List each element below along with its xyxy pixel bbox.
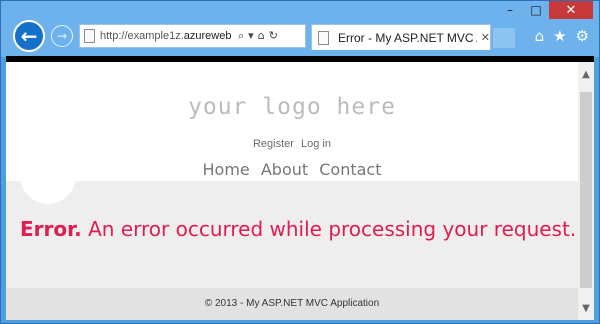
window-controls: – □ ✕	[497, 1, 593, 21]
address-icons: ⌕ ▾ ⌂ ↻	[238, 29, 278, 43]
login-links: Register Log in	[6, 138, 578, 150]
menu-home[interactable]: Home	[203, 160, 250, 179]
tab-title: Error - My ASP.NET MVC A...	[338, 30, 477, 45]
url-prefix: http://example1z.	[100, 30, 184, 42]
page-viewport: your logo here Register Log in Home Abou…	[6, 56, 594, 320]
register-link[interactable]: Register	[253, 138, 294, 150]
home-icon[interactable]: ⌂	[535, 27, 545, 45]
browser-window: – □ ✕ ← → http://example1z.azureweb... ⌕…	[0, 0, 600, 324]
refresh-icon[interactable]: ↻	[269, 29, 278, 43]
site-menu: Home About Contact	[6, 160, 578, 179]
page-icon	[84, 29, 95, 43]
scroll-up-icon[interactable]: ▲	[578, 66, 594, 82]
error-message: Error. An error occurred while processin…	[20, 217, 576, 241]
site-logo[interactable]: your logo here	[6, 94, 578, 120]
settings-icon[interactable]: ⚙	[576, 27, 589, 45]
toolbar-icons: ⌂ ★ ⚙	[535, 27, 589, 45]
forward-arrow-icon: →	[56, 29, 68, 43]
menu-contact[interactable]: Contact	[319, 160, 381, 179]
tab-page-icon	[318, 30, 329, 45]
tab-close-icon[interactable]: ✕	[481, 31, 490, 44]
close-button[interactable]: ✕	[549, 1, 593, 19]
compatibility-icon[interactable]: ⌂	[258, 29, 265, 43]
vertical-scrollbar[interactable]: ▲ ▼	[578, 62, 594, 320]
new-tab-button[interactable]	[493, 28, 515, 48]
maximize-button[interactable]: □	[523, 1, 549, 19]
favorites-icon[interactable]: ★	[553, 27, 566, 45]
site-footer: © 2013 - My ASP.NET MVC Application	[6, 288, 578, 320]
address-bar[interactable]: http://example1z.azureweb... ⌕ ▾ ⌂ ↻	[79, 24, 306, 48]
search-icon[interactable]: ⌕	[238, 29, 244, 43]
back-arrow-icon: ←	[20, 24, 38, 48]
back-button[interactable]: ←	[13, 20, 45, 52]
url-domain: azureweb...	[183, 30, 232, 42]
page-content: your logo here Register Log in Home Abou…	[6, 62, 578, 320]
error-title: Error.	[20, 217, 82, 241]
login-link[interactable]: Log in	[301, 138, 331, 150]
scroll-thumb[interactable]	[580, 92, 592, 288]
scroll-down-icon[interactable]: ▼	[578, 300, 594, 316]
error-text: An error occurred while processing your …	[88, 217, 577, 241]
forward-button[interactable]: →	[51, 25, 73, 47]
url-text[interactable]: http://example1z.azureweb...	[100, 30, 232, 42]
active-tab[interactable]: Error - My ASP.NET MVC A... ✕	[311, 24, 491, 50]
menu-about[interactable]: About	[261, 160, 308, 179]
minimize-button[interactable]: –	[497, 1, 523, 19]
dropdown-icon[interactable]: ▾	[248, 29, 254, 43]
